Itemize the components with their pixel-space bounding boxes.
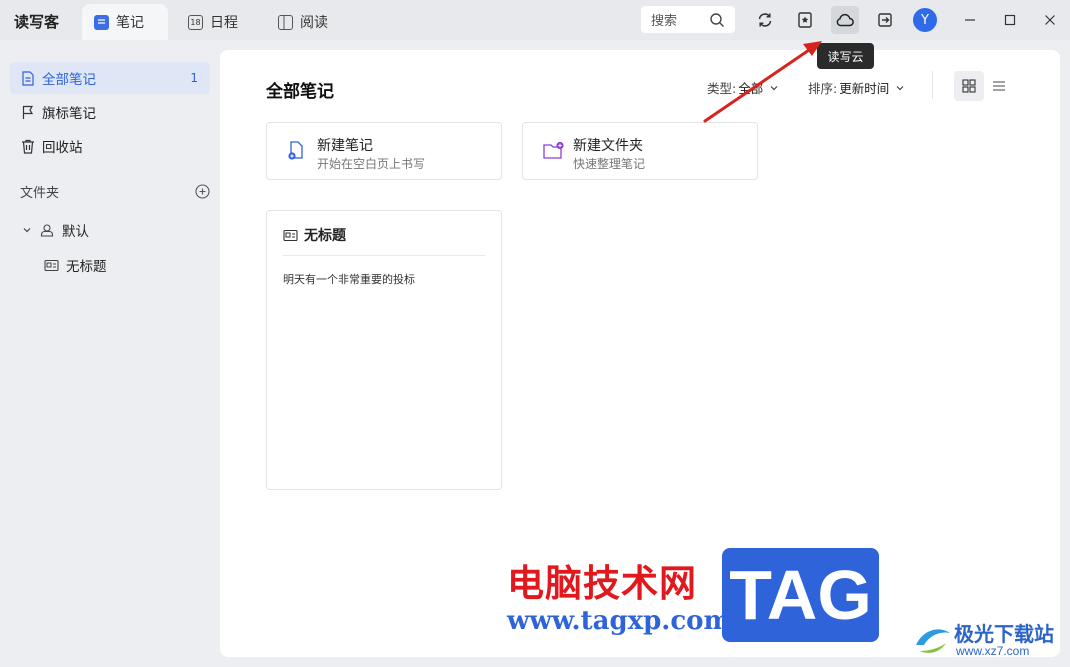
tab-notes[interactable]: 笔记 [82,4,168,40]
cloud-tooltip: 读写云 [817,43,874,69]
sidebar: 全部笔记 1 旗标笔记 回收站 文件夹 默认 无标题 [0,40,220,667]
watermark-jg-url: www.xz7.com [956,644,1030,658]
close-button[interactable] [1040,10,1060,30]
folder-header-label: 文件夹 [20,186,60,201]
close-icon [1045,15,1055,25]
tab-label: 阅读 [300,15,328,31]
title-bar: 读写客 笔记 18 日程 阅读 搜索 Y [0,0,1070,40]
starred-button[interactable] [791,6,819,34]
type-filter-value: 全部 [738,81,764,96]
maximize-icon [1004,14,1016,26]
type-filter[interactable]: 类型: 全部 [707,78,779,97]
star-file-icon [798,12,812,28]
notes-icon [94,14,109,30]
document-icon [20,70,36,86]
note-card[interactable]: 无标题 明天有一个非常重要的投标 [266,210,502,490]
avatar[interactable]: Y [913,8,937,32]
list-icon [993,81,1005,91]
search-icon [710,12,724,27]
trash-icon [20,139,36,154]
grid-icon [962,79,976,93]
minimize-button[interactable] [960,10,980,30]
chevron-down-icon [896,85,904,90]
new-folder-card[interactable]: 新建文件夹 快速整理笔记 [522,122,758,180]
sidebar-item-label: 全部笔记 [42,72,96,88]
minimize-icon [965,19,975,21]
watermark-tag-logo: TAG [722,548,879,642]
note-preview: 明天有一个非常重要的投标 [283,273,415,286]
sort-filter[interactable]: 排序: 更新时间 [808,78,905,97]
chevron-down-icon [770,85,778,90]
watermark-cn: 电脑技术网 [507,562,697,605]
folder-default[interactable]: 默认 [22,220,89,240]
sidebar-item-trash[interactable]: 回收站 [10,130,210,162]
action-title: 新建文件夹 [573,138,643,154]
divider [932,71,933,99]
cloud-button[interactable] [831,6,859,34]
sidebar-item-label: 旗标笔记 [42,106,96,122]
action-subtitle: 开始在空白页上书写 [317,157,426,171]
page-title: 全部笔记 [266,82,334,102]
action-title: 新建笔记 [317,138,373,154]
tree-note-untitled[interactable]: 无标题 [44,255,107,275]
folder-section-header: 文件夹 [20,182,210,201]
cloud-icon [836,13,854,27]
type-filter-label: 类型: [707,81,737,96]
note-card-icon [44,259,59,271]
search-box[interactable]: 搜索 [641,6,735,33]
watermark-swirl-logo [916,629,950,653]
sidebar-item-flagged[interactable]: 旗标笔记 [10,96,210,128]
folder-label: 默认 [62,224,89,240]
note-card-title: 无标题 [283,225,346,245]
tab-reading[interactable]: 阅读 [266,4,340,40]
sort-label: 排序: [808,81,838,96]
export-icon [878,13,892,27]
new-note-icon [288,141,303,160]
sidebar-item-label: 回收站 [42,140,83,156]
tab-label: 日程 [210,15,238,31]
action-subtitle: 快速整理笔记 [573,157,646,171]
watermark-jg: 极光下载站 [954,622,1054,646]
chevron-down-icon[interactable] [22,225,32,235]
tab-calendar[interactable]: 18 日程 [176,4,250,40]
list-view-button[interactable] [984,71,1014,101]
flag-icon [20,105,36,120]
new-folder-icon [543,141,564,159]
folder-user-icon [40,224,54,237]
note-count: 1 [190,71,198,85]
sync-icon [758,13,772,27]
add-folder-icon[interactable] [195,184,210,199]
export-button[interactable] [871,6,899,34]
book-icon [278,14,293,30]
tab-label: 笔记 [116,15,144,31]
search-label: 搜索 [651,14,678,29]
sort-value: 更新时间 [839,81,890,96]
calendar-icon: 18 [188,14,203,30]
sync-button[interactable] [751,6,779,34]
watermark-url: www.tagxp.com [507,606,732,636]
grid-view-button[interactable] [954,71,984,101]
tree-note-label: 无标题 [66,259,107,275]
sidebar-item-all-notes[interactable]: 全部笔记 1 [10,62,210,94]
note-card-icon [283,229,298,241]
app-name: 读写客 [14,13,60,31]
note-title-text: 无标题 [304,228,346,244]
maximize-button[interactable] [1000,10,1020,30]
new-note-card[interactable]: 新建笔记 开始在空白页上书写 [266,122,502,180]
note-divider [283,255,485,256]
